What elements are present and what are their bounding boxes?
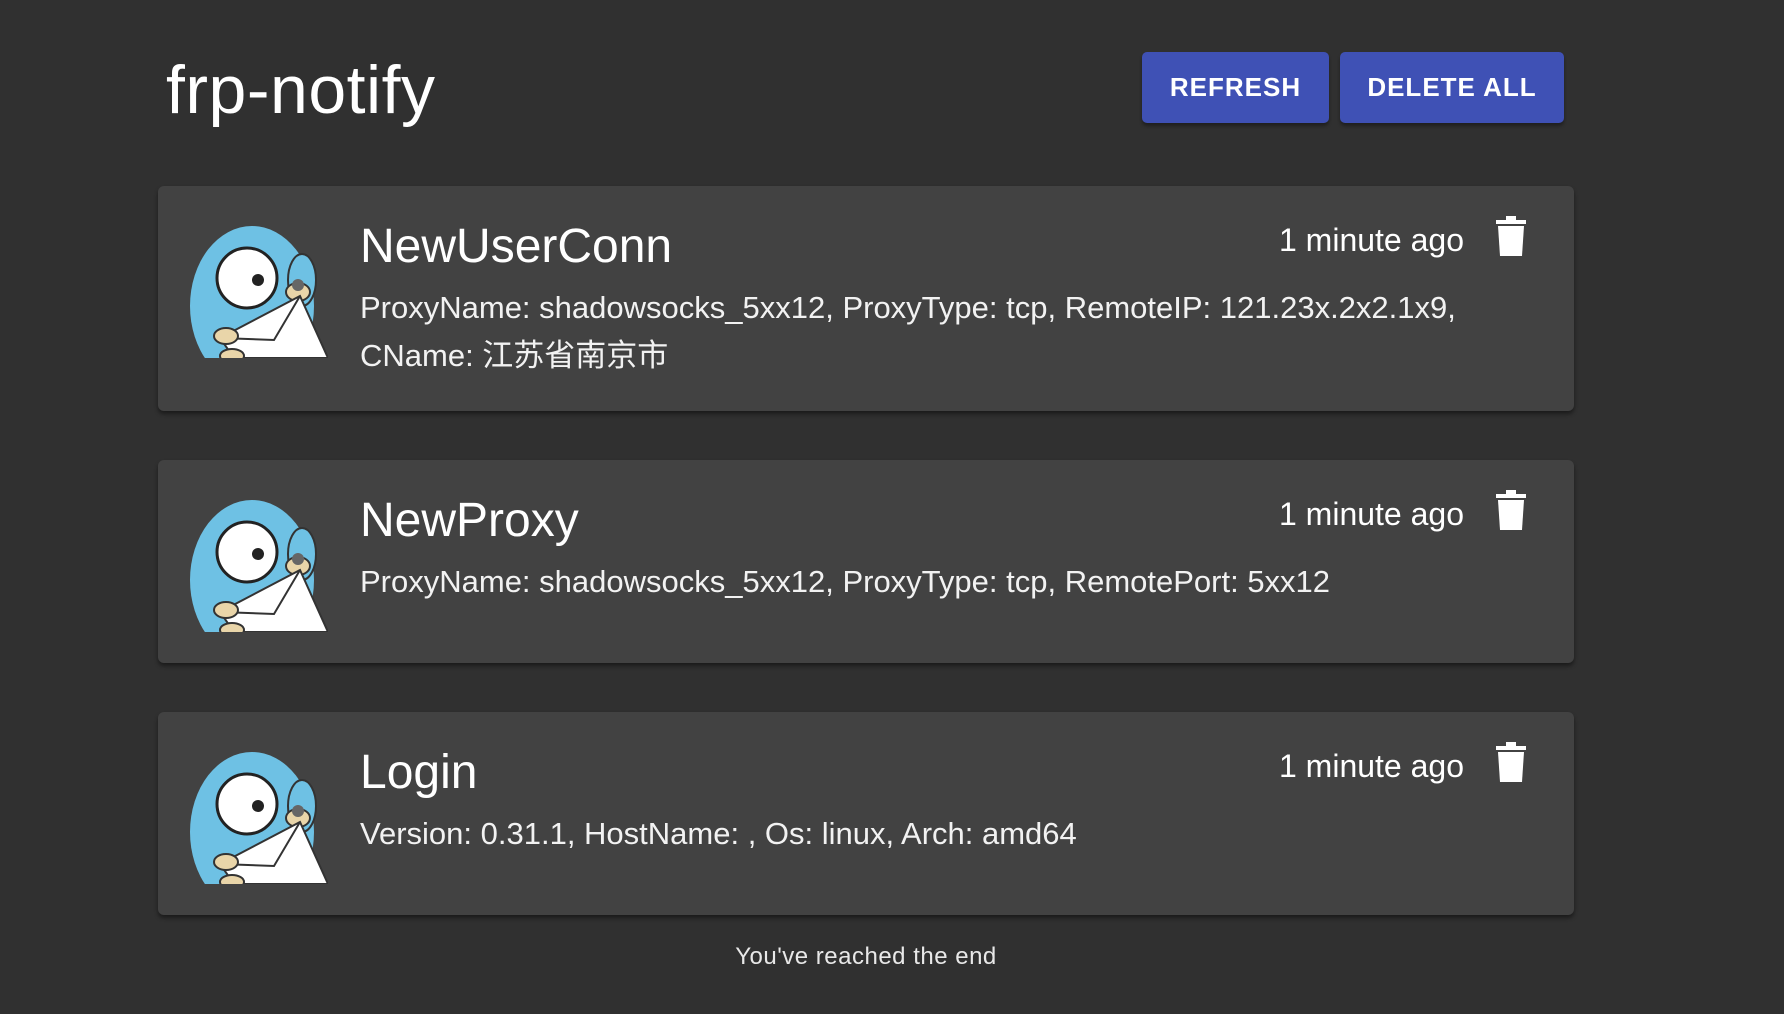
notification-title: NewProxy — [360, 494, 579, 547]
gopher-mail-icon — [190, 744, 328, 884]
notification-card: Login 1 minute ago Version: 0.31.1, Host… — [158, 712, 1574, 915]
trash-icon[interactable] — [1496, 490, 1526, 530]
notification-card: NewUserConn 1 minute ago ProxyName: shad… — [158, 186, 1574, 411]
notification-time: 1 minute ago — [1278, 222, 1464, 258]
notification-body: ProxyName: shadowsocks_5xx12, ProxyType:… — [360, 564, 1331, 599]
notification-card: NewProxy 1 minute ago ProxyName: shadows… — [158, 460, 1574, 663]
notification-body: Version: 0.31.1, HostName: , Os: linux, … — [360, 816, 1077, 851]
notification-title: NewUserConn — [360, 220, 673, 273]
trash-icon[interactable] — [1496, 216, 1526, 256]
notification-body: ProxyName: shadowsocks_5xx12, ProxyType:… — [360, 290, 1456, 373]
trash-icon[interactable] — [1496, 742, 1526, 782]
delete-all-button[interactable]: DELETE ALL — [1340, 52, 1564, 123]
app-header: frp-notify REFRESH DELETE ALL — [166, 52, 1566, 132]
app-title: frp-notify — [166, 52, 436, 128]
gopher-mail-icon — [190, 492, 328, 632]
notification-time: 1 minute ago — [1278, 496, 1464, 532]
notification-time: 1 minute ago — [1278, 748, 1464, 784]
gopher-mail-icon — [190, 218, 328, 358]
refresh-button[interactable]: REFRESH — [1142, 52, 1329, 123]
notification-title: Login — [360, 746, 478, 799]
end-of-list-text: You've reached the end — [735, 943, 997, 970]
